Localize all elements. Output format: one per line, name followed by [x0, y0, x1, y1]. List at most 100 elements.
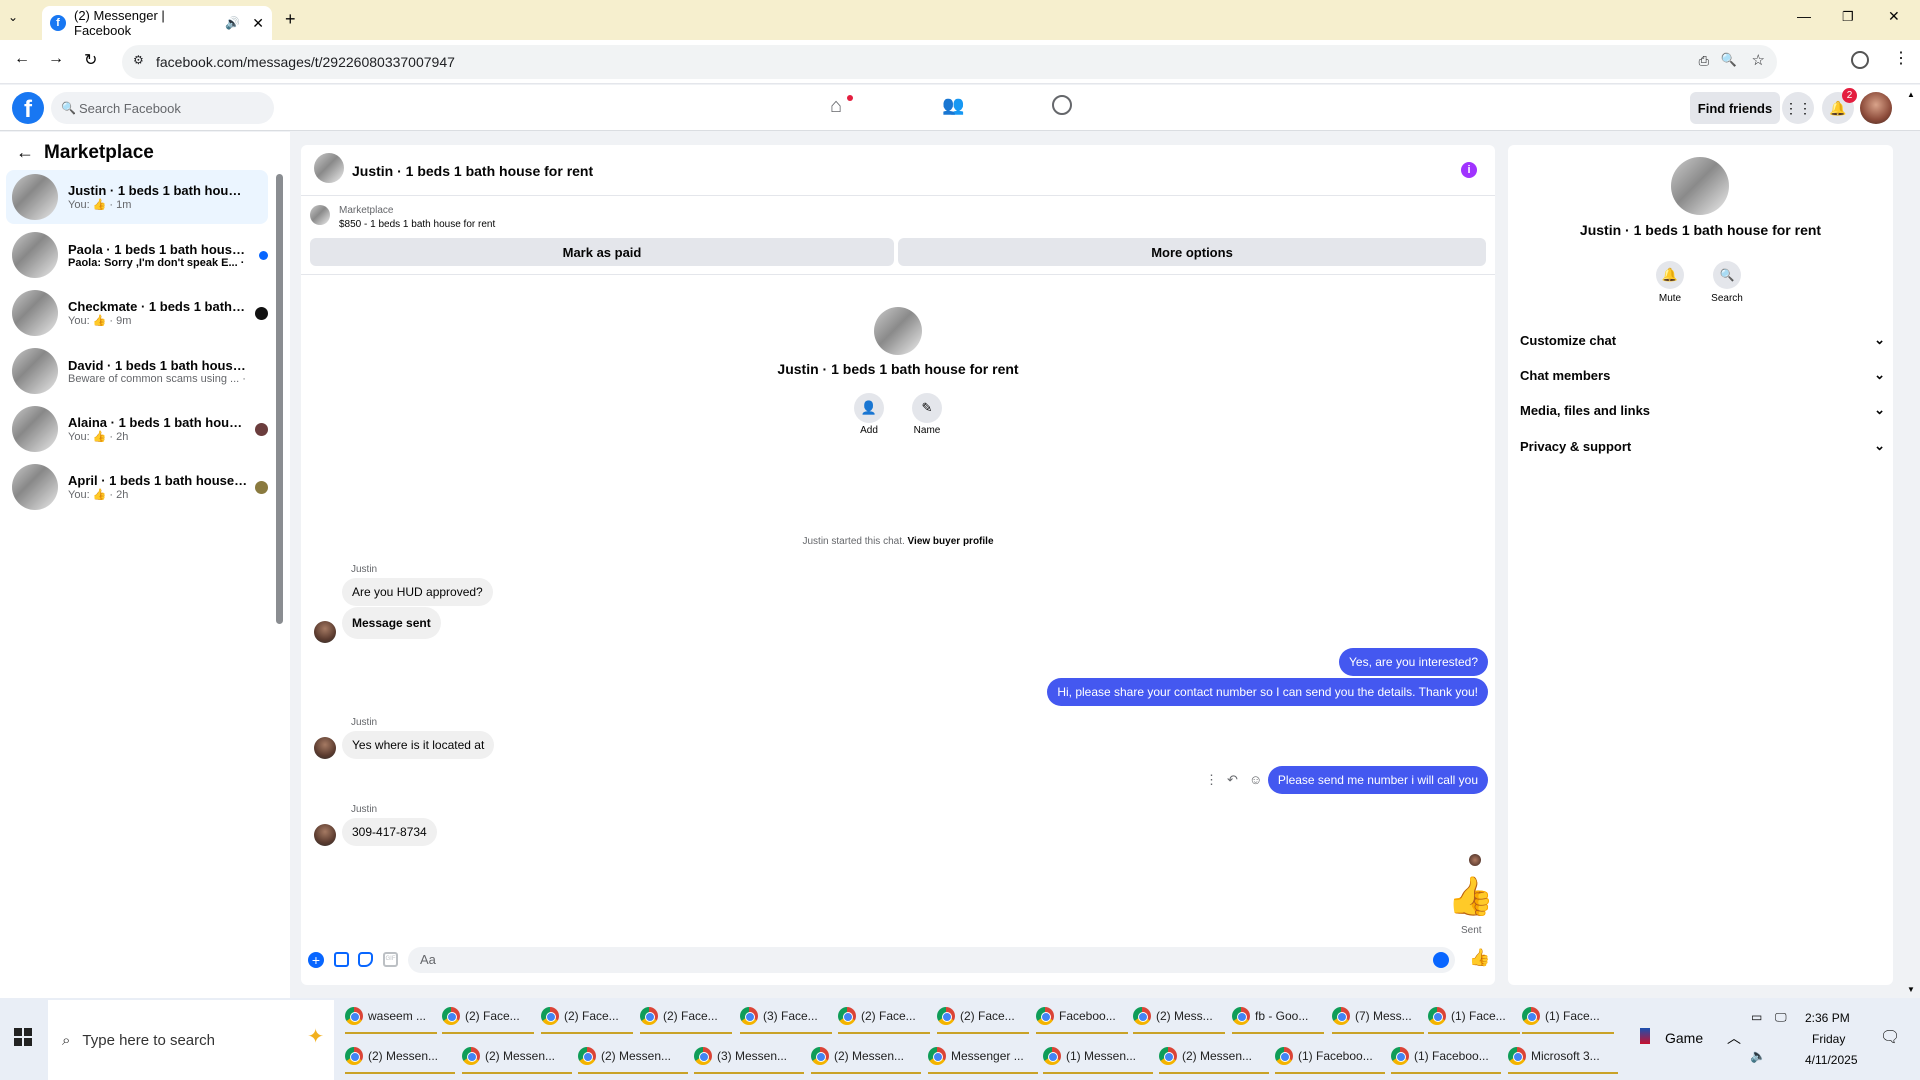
- game-label[interactable]: Game: [1665, 1030, 1703, 1046]
- outgoing-message[interactable]: Yes, are you interested?: [1339, 648, 1488, 676]
- menu-dots-icon[interactable]: ⋮: [1893, 48, 1909, 68]
- conversation-item[interactable]: David · 1 beds 1 bath house for ...Bewar…: [6, 344, 268, 398]
- sender-avatar[interactable]: [314, 737, 336, 759]
- gif-icon[interactable]: GIF: [383, 952, 398, 967]
- add-attachment-icon[interactable]: +: [308, 952, 324, 968]
- view-buyer-profile-link[interactable]: View buyer profile: [908, 536, 994, 547]
- privacy-support-section[interactable]: Privacy & support ⌄: [1520, 435, 1885, 457]
- restore-icon[interactable]: ❐: [1842, 9, 1854, 25]
- add-person-button[interactable]: 👤: [854, 393, 884, 423]
- reply-icon[interactable]: ↶: [1227, 772, 1238, 788]
- network-icon[interactable]: 🖵: [1775, 1010, 1787, 1025]
- browser-tab-active[interactable]: f (2) Messenger | Facebook 🔊 ✕: [42, 6, 272, 40]
- taskbar-app-button[interactable]: (1) Messen...: [1043, 1040, 1153, 1074]
- address-bar[interactable]: ⚙ facebook.com/messages/t/29226080337007…: [122, 45, 1777, 79]
- clock-date[interactable]: 4/11/2025: [1805, 1053, 1858, 1067]
- account-avatar[interactable]: [1860, 92, 1892, 124]
- info-avatar[interactable]: [1671, 157, 1729, 215]
- taskbar-app-button[interactable]: fb - Goo...: [1232, 1000, 1324, 1034]
- send-like-icon[interactable]: 👍: [1469, 948, 1490, 968]
- back-arrow-icon[interactable]: ←: [16, 142, 34, 163]
- taskbar-app-button[interactable]: (1) Faceboo...: [1391, 1040, 1501, 1074]
- taskbar-app-button[interactable]: Messenger ...: [928, 1040, 1038, 1074]
- new-tab-button[interactable]: +: [285, 9, 296, 30]
- outgoing-message[interactable]: Hi, please share your contact number so …: [1047, 678, 1488, 706]
- chat-members-section[interactable]: Chat members ⌄: [1520, 364, 1885, 386]
- taskbar-app-button[interactable]: (2) Face...: [640, 1000, 732, 1034]
- taskbar-search-box[interactable]: ⌕ Type here to search ✦: [48, 1000, 334, 1080]
- home-icon[interactable]: ⌂: [830, 95, 853, 118]
- groups-icon[interactable]: [1052, 95, 1072, 115]
- meet-icon[interactable]: ▭: [1751, 1010, 1762, 1024]
- taskbar-app-button[interactable]: (2) Face...: [442, 1000, 534, 1034]
- sticker-icon[interactable]: [358, 952, 373, 967]
- taskbar-app-button[interactable]: (1) Faceboo...: [1275, 1040, 1385, 1074]
- show-hidden-icons[interactable]: ︿: [1727, 1028, 1741, 1048]
- find-friends-button[interactable]: Find friends: [1690, 92, 1780, 124]
- conversation-item[interactable]: Checkmate · 1 beds 1 bath ho... You: 👍 · …: [6, 286, 268, 340]
- incoming-message[interactable]: Message sent: [342, 607, 441, 639]
- mute-button[interactable]: 🔔: [1656, 261, 1684, 289]
- windows-start-icon[interactable]: [14, 1028, 32, 1046]
- chat-title[interactable]: Justin · 1 beds 1 bath house for rent: [352, 163, 593, 179]
- more-actions-icon[interactable]: ⋮: [1205, 772, 1218, 788]
- sender-avatar[interactable]: [314, 824, 336, 846]
- outgoing-message[interactable]: Please send me number i will call you: [1267, 766, 1488, 794]
- back-icon[interactable]: ←: [14, 50, 30, 68]
- bookmark-star-icon[interactable]: ☆: [1752, 51, 1765, 69]
- site-info-icon[interactable]: ⚙: [133, 53, 144, 67]
- install-icon[interactable]: ⎙: [1699, 53, 1709, 69]
- conversation-item[interactable]: Justin · 1 beds 1 bath house for ...You:…: [6, 170, 268, 224]
- incoming-message[interactable]: Are you HUD approved?: [342, 578, 493, 606]
- more-options-button[interactable]: More options: [898, 238, 1486, 266]
- react-icon[interactable]: ☺: [1249, 772, 1262, 787]
- incoming-message[interactable]: Yes where is it located at: [342, 731, 495, 759]
- edit-name-button[interactable]: ✎: [912, 393, 942, 423]
- notification-center-icon[interactable]: 🗨: [1880, 1027, 1900, 1047]
- menu-grid-icon[interactable]: ⋮⋮: [1782, 92, 1814, 124]
- facebook-logo-icon[interactable]: f: [12, 92, 44, 124]
- audio-icon[interactable]: 🔊: [225, 16, 240, 30]
- emoji-icon[interactable]: [1433, 952, 1449, 968]
- taskbar-app-button[interactable]: (7) Mess...: [1332, 1000, 1424, 1034]
- taskbar-app-button[interactable]: (1) Face...: [1522, 1000, 1614, 1034]
- tab-search-icon[interactable]: ⌄: [8, 10, 18, 24]
- listing-info[interactable]: $850 - 1 beds 1 bath house for rent: [339, 219, 495, 230]
- taskbar-app-button[interactable]: (2) Messen...: [811, 1040, 921, 1074]
- taskbar-app-button[interactable]: (2) Messen...: [345, 1040, 455, 1074]
- search-in-chat-button[interactable]: 🔍: [1713, 261, 1741, 289]
- clock-day[interactable]: Friday: [1812, 1032, 1845, 1046]
- taskbar-app-button[interactable]: (2) Messen...: [462, 1040, 572, 1074]
- game-icon[interactable]: [1640, 1028, 1650, 1044]
- profile-avatar[interactable]: [874, 307, 922, 355]
- clock-time[interactable]: 2:36 PM: [1805, 1011, 1850, 1025]
- taskbar-app-button[interactable]: (3) Messen...: [694, 1040, 804, 1074]
- taskbar-app-button[interactable]: (2) Face...: [838, 1000, 930, 1034]
- taskbar-app-button[interactable]: (2) Mess...: [1133, 1000, 1225, 1034]
- volume-icon[interactable]: 🔈: [1750, 1048, 1766, 1064]
- taskbar-app-button[interactable]: (2) Messen...: [1159, 1040, 1269, 1074]
- media-files-section[interactable]: Media, files and links ⌄: [1520, 399, 1885, 421]
- profile-icon[interactable]: [1851, 51, 1869, 69]
- close-tab-icon[interactable]: ✕: [252, 15, 264, 32]
- friends-icon[interactable]: 👥: [942, 95, 964, 116]
- sender-avatar[interactable]: [314, 621, 336, 643]
- customize-chat-section[interactable]: Customize chat ⌄: [1520, 329, 1885, 351]
- taskbar-app-button[interactable]: waseem ...: [345, 1000, 437, 1034]
- taskbar-app-button[interactable]: (2) Face...: [937, 1000, 1029, 1034]
- conversation-item[interactable]: Alaina · 1 beds 1 bath house f... You: 👍 …: [6, 402, 268, 456]
- chat-header-avatar[interactable]: [314, 153, 344, 183]
- conversation-item[interactable]: Paola · 1 beds 1 bath house fo... Paola: …: [6, 228, 268, 282]
- window-close-icon[interactable]: ✕: [1888, 8, 1900, 25]
- incoming-message[interactable]: 309-417-8734: [342, 818, 437, 846]
- page-scroll-up[interactable]: ▲: [1907, 90, 1915, 99]
- conversation-item[interactable]: April · 1 beds 1 bath house for... You: 👍…: [6, 460, 268, 514]
- taskbar-app-button[interactable]: Microsoft 3...: [1508, 1040, 1618, 1074]
- photo-icon[interactable]: [334, 952, 349, 967]
- taskbar-app-button[interactable]: (1) Face...: [1428, 1000, 1520, 1034]
- chat-info-icon[interactable]: i: [1461, 162, 1477, 178]
- sidebar-scrollbar[interactable]: [276, 174, 283, 624]
- taskbar-app-button[interactable]: (3) Face...: [740, 1000, 832, 1034]
- taskbar-app-button[interactable]: (2) Messen...: [578, 1040, 688, 1074]
- thumbs-up-sticker-icon[interactable]: 👍: [1447, 875, 1494, 919]
